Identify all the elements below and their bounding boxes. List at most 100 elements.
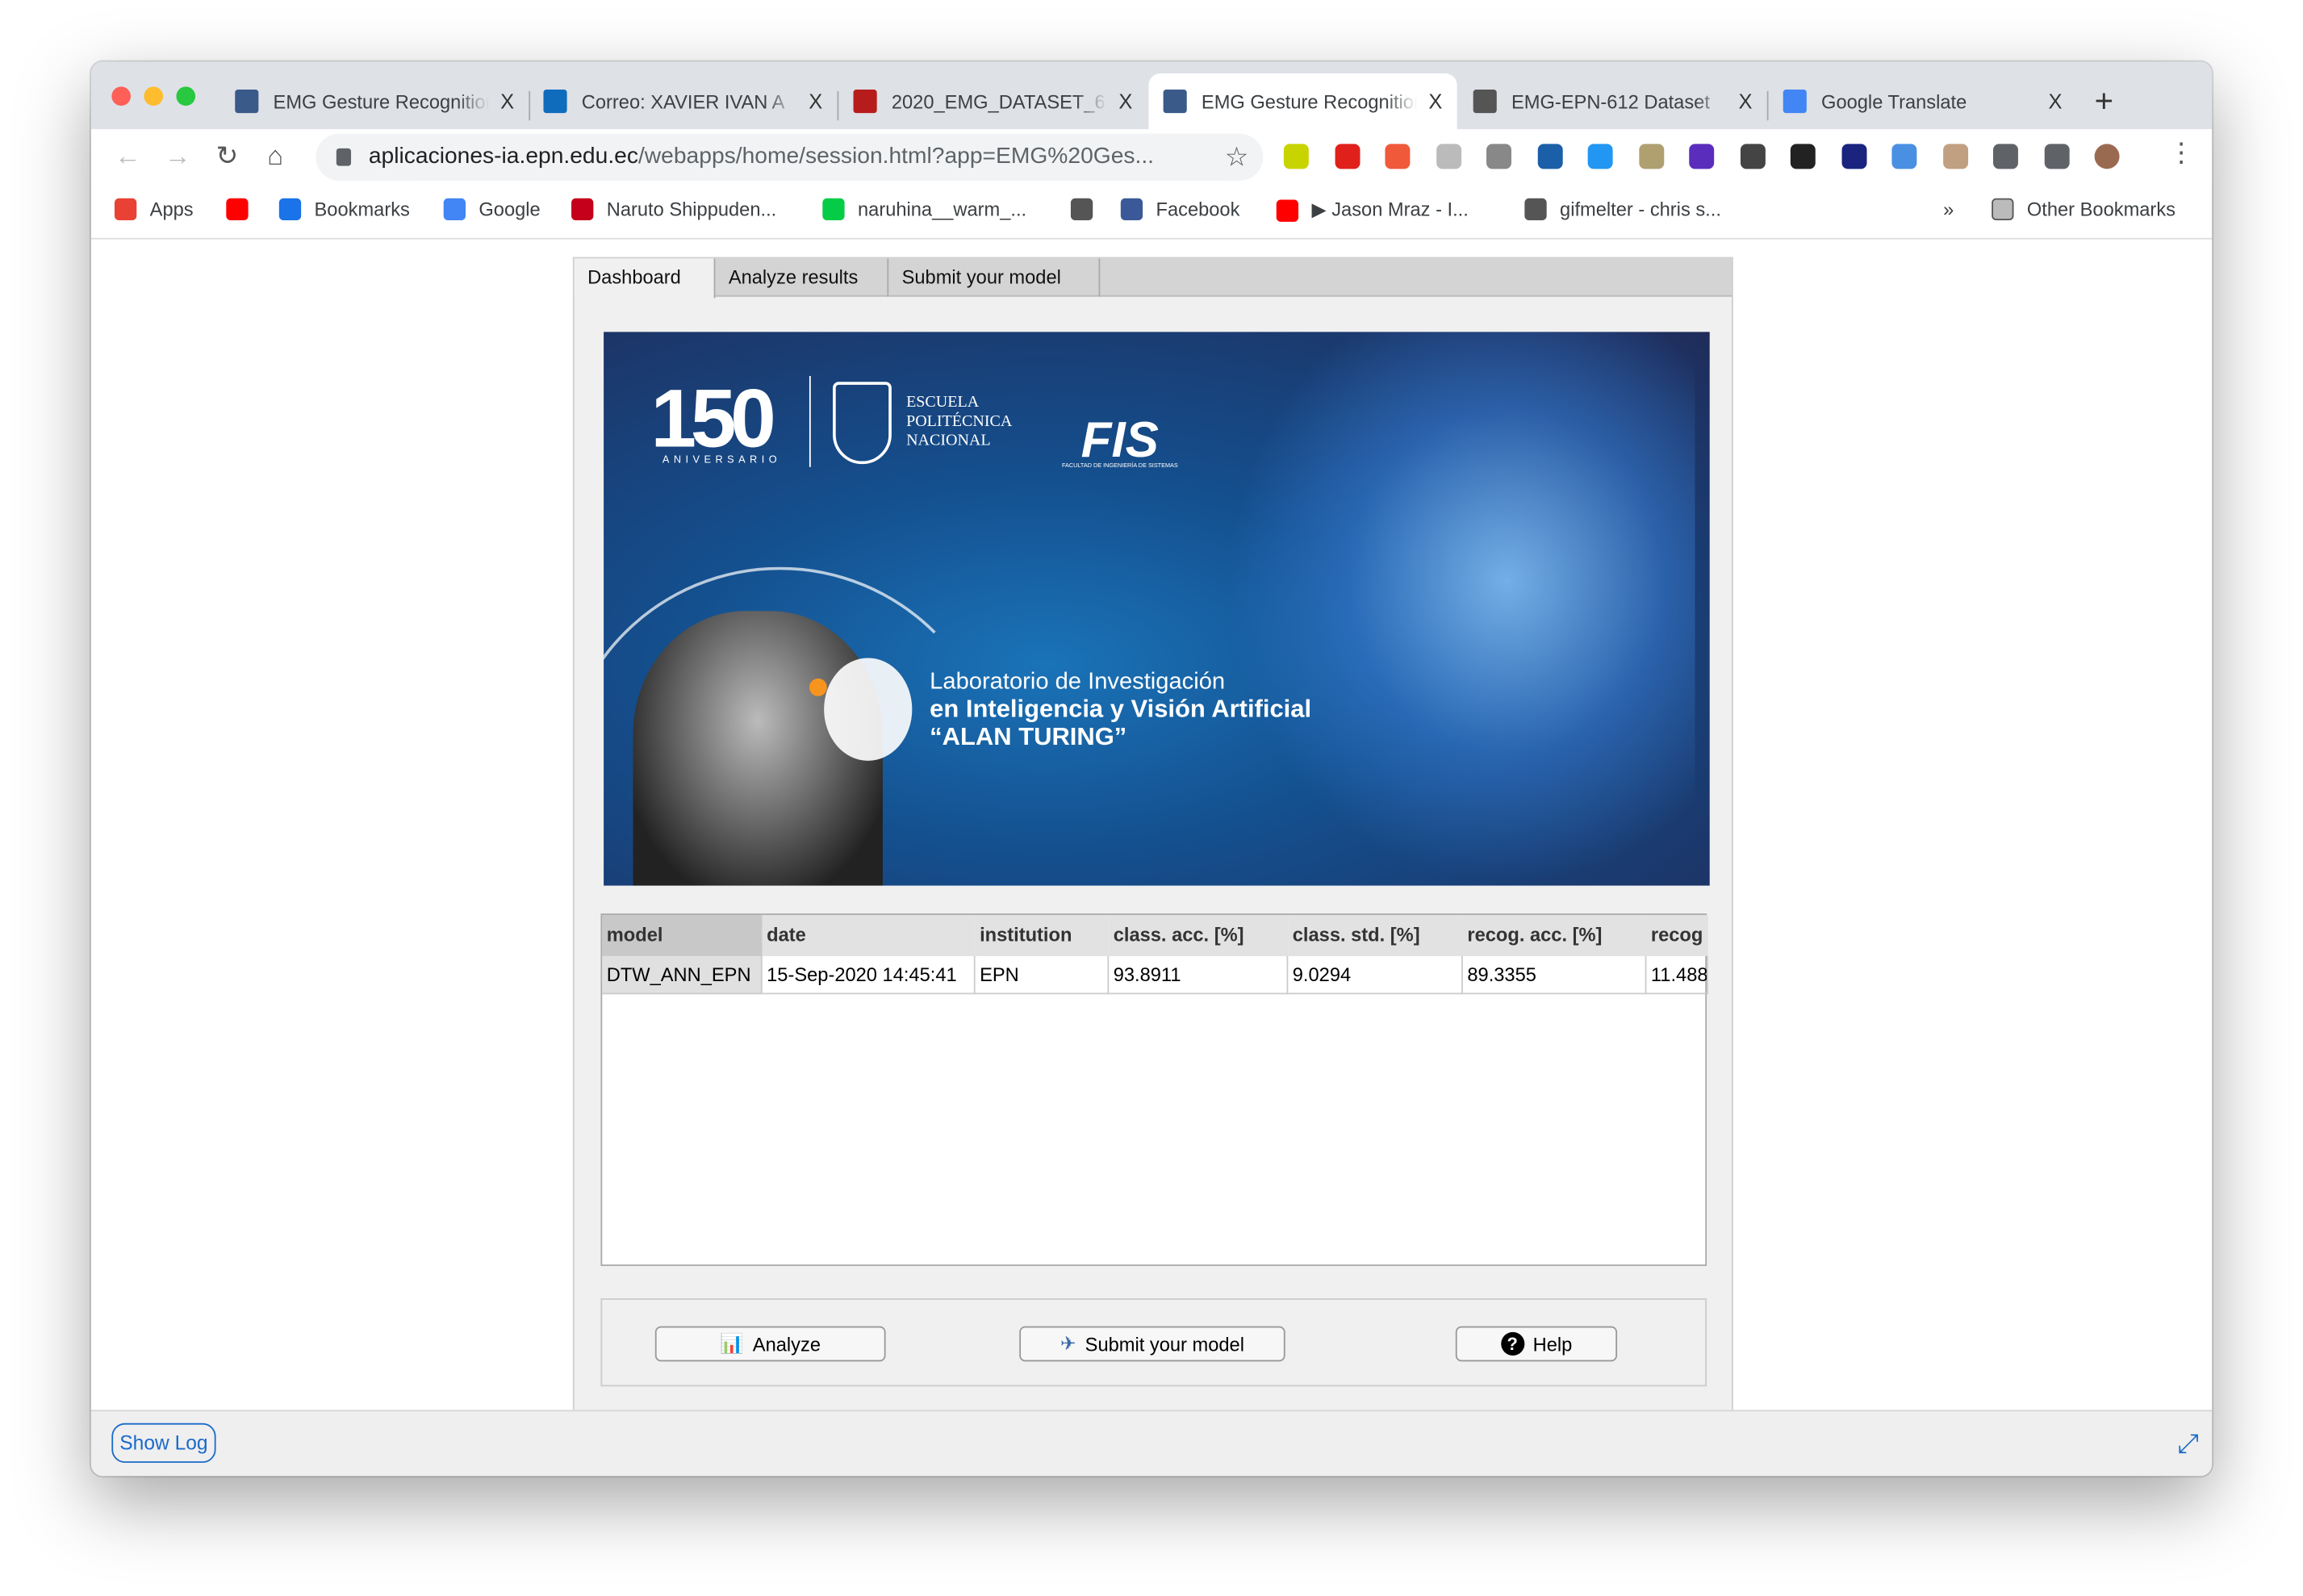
image-download-extension-icon[interactable] [1638, 144, 1664, 169]
apps-grid-icon [114, 198, 137, 221]
diamond-extension-icon[interactable] [1689, 144, 1715, 169]
faculty-name: FACULTAD DE INGENIERÍA DE SISTEMAS [1062, 461, 1178, 469]
bookmark-item[interactable]: Facebook [1120, 198, 1239, 221]
close-window-button[interactable] [111, 86, 131, 107]
table-cell[interactable]: 9.0294 [1288, 955, 1463, 995]
tab-title: EMG Gesture Recognition [273, 90, 489, 113]
bookmarks-overflow-button[interactable]: » [1943, 198, 1954, 220]
bookmark-item[interactable]: Apps [114, 198, 194, 221]
bookmark-item[interactable] [226, 198, 261, 221]
address-bar[interactable]: aplicaciones-ia.epn.edu.ec/webapps/home/… [316, 133, 1264, 181]
bookmark-item[interactable]: gifmelter - chris s... [1524, 198, 1721, 221]
tab-title: EMG Gesture Recognition [1201, 90, 1417, 113]
json-extension-icon[interactable] [1790, 144, 1816, 169]
epn-app-icon [1163, 90, 1187, 114]
forward-arrow-icon[interactable]: → [165, 141, 191, 172]
eyedropper-extension-icon[interactable] [1841, 144, 1866, 169]
column-header[interactable]: model [602, 914, 763, 956]
table-cell[interactable]: 89.3355 [1462, 955, 1647, 995]
browser-window: EMG Gesture Recognition X Correo: XAVIER I… [90, 61, 2213, 1477]
bookmark-item[interactable]: Google [443, 198, 541, 221]
bookmark-label: ▶ Jason Mraz - I... [1311, 198, 1469, 221]
help-button[interactable]: ? Help [1455, 1326, 1618, 1362]
column-header[interactable]: institution [975, 914, 1110, 956]
blue-drop-extension-icon[interactable] [1891, 144, 1917, 169]
action-panel: 📊 Analyze ✈ Submit your model ? Help [600, 1298, 1707, 1387]
column-header[interactable]: recog. acc. [%] [1462, 914, 1647, 956]
zoom-window-button[interactable] [176, 86, 196, 107]
epn-shield-icon [853, 90, 877, 114]
bookmark-item[interactable]: ▶ Jason Mraz - I... [1276, 198, 1469, 222]
browser-tab[interactable]: EMG-EPN-612 Dataset X [1458, 73, 1766, 129]
analyze-chart-icon: 📊 [720, 1331, 744, 1355]
youtube-icon [226, 198, 249, 221]
close-tab-icon[interactable]: X [809, 90, 822, 113]
fullscreen-expand-icon[interactable]: ⤢ [2178, 1429, 2199, 1460]
deviantart-icon [822, 198, 845, 221]
orange-dot [809, 678, 827, 696]
chrome-window-extension-icon[interactable] [1942, 144, 1968, 169]
analyze-button[interactable]: 📊 Analyze [654, 1326, 886, 1362]
column-header[interactable]: class. acc. [%] [1109, 914, 1289, 956]
table-cell[interactable]: EPN [975, 955, 1110, 995]
help-label: Help [1532, 1332, 1573, 1356]
browser-tab[interactable]: Google Translate X [1769, 73, 2077, 129]
p-extension-icon[interactable] [1536, 144, 1562, 169]
globe-icon [1524, 198, 1547, 221]
youtube-icon [1276, 198, 1299, 221]
home-icon[interactable]: ⌂ [267, 141, 283, 172]
extensions-area [1283, 144, 2120, 169]
show-log-button[interactable]: Show Log [111, 1423, 216, 1463]
close-tab-icon[interactable]: X [1118, 90, 1132, 113]
url-host: aplicaciones-ia.epn.edu.ec [368, 144, 638, 169]
column-header[interactable]: class. std. [%] [1288, 914, 1463, 956]
browser-menu-icon[interactable]: ⋮ [2168, 138, 2195, 169]
p-blue-extension-icon[interactable] [1587, 144, 1613, 169]
tab-analyze-results[interactable]: Analyze results [715, 258, 889, 297]
back-arrow-icon[interactable]: ← [115, 141, 141, 172]
browser-tab[interactable]: EMG Gesture Recognition X [1148, 73, 1457, 130]
bookmark-star-icon[interactable]: ☆ [1225, 142, 1248, 173]
browser-tab[interactable]: 2020_EMG_DATASET_6 X [838, 73, 1147, 129]
document-extension-icon[interactable] [1436, 144, 1461, 169]
close-tab-icon[interactable]: X [1428, 90, 1442, 113]
table-cell[interactable]: 15-Sep-2020 14:45:41 [762, 955, 976, 995]
toolbar: ← → ↻ ⌂ aplicaciones-ia.epn.edu.ec/webap… [90, 129, 2213, 184]
off-badge-extension-icon[interactable] [1385, 144, 1411, 169]
bookmark-item[interactable]: Naruto Shippuden... [571, 198, 777, 221]
column-header[interactable]: date [762, 914, 976, 956]
lock-icon[interactable] [336, 148, 352, 166]
column-header[interactable]: recog [1646, 914, 1708, 956]
close-tab-icon[interactable]: X [500, 90, 514, 113]
table-cell[interactable]: 93.8911 [1109, 955, 1289, 995]
adblock-icon[interactable] [1334, 144, 1360, 169]
circle-extension-icon[interactable] [1486, 144, 1511, 169]
browser-tab[interactable]: Correo: XAVIER IVAN A X [529, 73, 837, 129]
reload-icon[interactable]: ↻ [216, 141, 238, 172]
close-tab-icon[interactable]: X [2049, 90, 2063, 113]
star-icon [278, 198, 302, 221]
media-queue-icon[interactable] [2043, 144, 2069, 169]
other-bookmarks[interactable]: Other Bookmarks [1992, 198, 2176, 221]
puzzle-icon[interactable] [1993, 144, 2018, 169]
tab-submit-your-model[interactable]: Submit your model [888, 258, 1101, 297]
tab-dashboard[interactable]: Dashboard [574, 258, 716, 299]
bookmark-label: Naruto Shippuden... [606, 198, 777, 221]
submit-model-button[interactable]: ✈ Submit your model [1019, 1326, 1285, 1362]
browser-tab[interactable]: EMG Gesture Recognition X [220, 73, 529, 129]
table-cell[interactable]: 11.488 [1646, 955, 1708, 995]
app-panel: Dashboard Analyze results Submit your mo… [572, 257, 1733, 1412]
bookmark-item[interactable]: Bookmarks [278, 198, 410, 221]
bookmark-item[interactable]: naruhina__warm_... [822, 198, 1026, 221]
new-tab-button[interactable]: + [2095, 82, 2113, 120]
profile-avatar[interactable] [2094, 144, 2120, 169]
outlook-icon [543, 90, 567, 114]
school-name: ESCUELA POLITÉCNICA NACIONAL [906, 393, 1013, 449]
table-cell[interactable]: DTW_ANN_EPN [602, 955, 763, 995]
minimize-window-button[interactable] [144, 86, 164, 107]
bookmark-item[interactable] [1070, 198, 1106, 221]
dark-circle-extension-icon[interactable] [1740, 144, 1765, 169]
tab-strip: EMG Gesture Recognition X Correo: XAVIER I… [90, 61, 2213, 130]
green-plus-extension-icon[interactable] [1283, 144, 1309, 169]
close-tab-icon[interactable]: X [1738, 90, 1752, 113]
